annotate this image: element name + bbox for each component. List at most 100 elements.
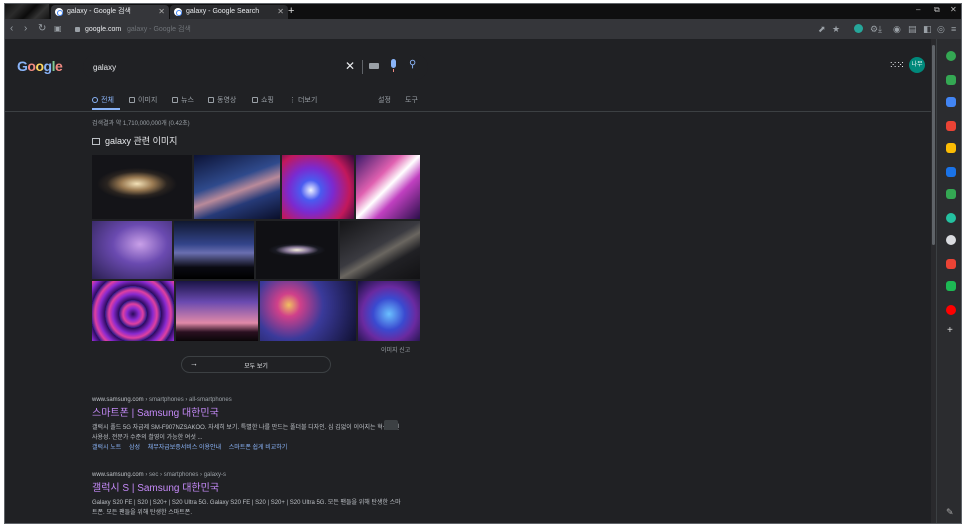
galaxy-image[interactable] bbox=[176, 281, 258, 341]
tab-videos[interactable]: 동영상 bbox=[208, 95, 236, 105]
sidebar-toggle-icon[interactable]: ◧ bbox=[923, 22, 932, 36]
navigation-bar: ‹ › ↻ ▣ google.com galaxy - Google 검색 ⬈ … bbox=[5, 19, 961, 39]
account-avatar[interactable]: 나무 bbox=[909, 57, 925, 73]
tab-all[interactable]: 전체 bbox=[92, 95, 114, 105]
settings-link[interactable]: 설정 bbox=[378, 95, 391, 105]
more-vert-icon: ⋮ bbox=[289, 97, 298, 104]
galaxy-image[interactable] bbox=[256, 221, 338, 279]
galaxy-image[interactable] bbox=[194, 155, 280, 219]
tabs-divider bbox=[5, 111, 931, 112]
tab-news[interactable]: 뉴스 bbox=[172, 95, 194, 105]
side-app-icon[interactable] bbox=[946, 167, 956, 177]
restore-button[interactable]: ⧉ bbox=[934, 4, 940, 16]
close-window-button[interactable]: ✕ bbox=[950, 4, 957, 16]
reload-icon[interactable]: ↻ bbox=[38, 22, 46, 36]
pin-icon[interactable]: ✎ bbox=[946, 507, 954, 518]
download-icon[interactable]: ⤓ bbox=[878, 22, 882, 36]
sitelink[interactable]: 갤럭시 노트 bbox=[92, 445, 121, 451]
side-app-icon[interactable] bbox=[946, 259, 956, 269]
apps-grid-icon[interactable]: ⁙⁙ bbox=[889, 61, 905, 71]
tab-galaxy-en[interactable]: galaxy - Google Search ✕ bbox=[170, 5, 288, 19]
close-tab-icon[interactable]: ✕ bbox=[158, 5, 165, 19]
side-app-icon[interactable] bbox=[946, 281, 956, 291]
browser-window: galaxy - Google 검색 ✕ galaxy - Google Sea… bbox=[4, 3, 962, 524]
tools-link[interactable]: 도구 bbox=[405, 95, 418, 105]
galaxy-image[interactable] bbox=[358, 281, 420, 341]
tab-shopping[interactable]: 쇼핑 bbox=[252, 95, 274, 105]
view-all-button[interactable]: → 모두 보기 bbox=[181, 356, 331, 373]
sitelinks: 갤럭시 노트 삼성 채무자급보증서비스 이용안내 스마트폰 쉽게 비교하기 bbox=[92, 444, 402, 453]
search-result: www.samsung.com › smartphones › all-smar… bbox=[92, 396, 402, 453]
play-icon bbox=[208, 97, 214, 103]
forward-icon[interactable]: › bbox=[24, 22, 27, 36]
sitelink[interactable]: 삼성 bbox=[129, 445, 140, 451]
side-app-icon[interactable] bbox=[946, 305, 956, 315]
clear-icon[interactable]: ✕ bbox=[345, 59, 355, 73]
share-icon[interactable]: ⬈ bbox=[818, 22, 826, 36]
side-app-icon[interactable] bbox=[946, 51, 956, 61]
galaxy-image[interactable] bbox=[282, 155, 354, 219]
result-snippet: 갤럭시 폴드 5G 자급제 SM-F907NZSAKOO. 자세히 보기. 특별… bbox=[92, 425, 400, 441]
result-url[interactable]: www.samsung.com › smartphones › all-smar… bbox=[92, 396, 402, 404]
side-app-icon[interactable] bbox=[946, 143, 956, 153]
lock-icon bbox=[75, 27, 80, 32]
image-icon bbox=[92, 138, 100, 145]
camera-icon[interactable]: ◉ bbox=[893, 22, 901, 36]
sitelink[interactable]: 스마트폰 쉽게 비교하기 bbox=[229, 445, 288, 451]
search-input[interactable] bbox=[93, 60, 333, 74]
extension-icon[interactable] bbox=[854, 24, 863, 33]
tab-strip: galaxy - Google 검색 ✕ galaxy - Google Sea… bbox=[5, 4, 961, 19]
image-icon bbox=[129, 97, 135, 103]
scrollbar-thumb[interactable] bbox=[932, 45, 935, 245]
side-app-icon[interactable] bbox=[946, 235, 956, 245]
extension-puzzle-icon[interactable]: ⚙ bbox=[870, 22, 878, 36]
result-thumbnail[interactable] bbox=[384, 420, 398, 430]
google-favicon-icon bbox=[55, 8, 63, 16]
address-bar[interactable]: google.com galaxy - Google 검색 bbox=[71, 22, 847, 37]
search-icon bbox=[92, 97, 98, 103]
back-icon[interactable]: ‹ bbox=[10, 22, 13, 36]
images-heading: galaxy 관련 이미지 bbox=[92, 134, 177, 147]
bookmark-star-icon[interactable]: ★ bbox=[832, 22, 840, 36]
microphone-icon[interactable] bbox=[391, 59, 396, 72]
reading-list-icon[interactable]: ▤ bbox=[908, 22, 917, 36]
result-title[interactable]: 스마트폰 | Samsung 대한민국 bbox=[92, 407, 402, 421]
menu-icon[interactable]: ≡ bbox=[951, 22, 956, 36]
result-stats: 검색결과 약 1,710,000,000개 (0.42초) bbox=[92, 121, 190, 127]
report-images-link[interactable]: 이미지 신고 bbox=[381, 345, 410, 354]
side-app-icon[interactable] bbox=[946, 121, 956, 131]
tab-images[interactable]: 이미지 bbox=[129, 95, 157, 105]
result-snippet: Galaxy S20 FE | S20 | S20+ | S20 Ultra 5… bbox=[92, 500, 401, 516]
url-page-title: galaxy - Google 검색 bbox=[127, 26, 191, 33]
close-tab-icon[interactable]: ✕ bbox=[277, 5, 284, 19]
side-app-icon[interactable] bbox=[946, 189, 956, 199]
tag-icon bbox=[252, 97, 258, 103]
galaxy-image[interactable] bbox=[356, 155, 420, 219]
profile-icon[interactable]: ◎ bbox=[937, 22, 945, 36]
side-app-icon[interactable] bbox=[946, 75, 956, 85]
tab-more[interactable]: ⋮ 더보기 bbox=[289, 95, 317, 105]
side-app-icon[interactable] bbox=[946, 213, 956, 223]
keyboard-icon[interactable] bbox=[369, 63, 379, 69]
galaxy-image[interactable] bbox=[340, 221, 420, 279]
galaxy-image[interactable] bbox=[92, 281, 174, 341]
result-title[interactable]: 갤럭시 S | Samsung 대한민국 bbox=[92, 482, 402, 496]
galaxy-image[interactable] bbox=[174, 221, 254, 279]
side-app-icon[interactable] bbox=[946, 97, 956, 107]
add-panel-icon[interactable]: + bbox=[947, 325, 953, 336]
search-box[interactable]: ✕ ⚲ bbox=[83, 54, 428, 80]
tab-galaxy-ko[interactable]: galaxy - Google 검색 ✕ bbox=[51, 5, 169, 19]
google-logo[interactable]: Google bbox=[17, 58, 63, 74]
news-icon bbox=[172, 97, 178, 103]
search-divider bbox=[362, 60, 363, 74]
galaxy-image[interactable] bbox=[92, 155, 192, 219]
result-url[interactable]: www.samsung.com › sec › smartphones › ga… bbox=[92, 471, 402, 479]
reader-icon[interactable]: ▣ bbox=[54, 22, 62, 36]
galaxy-image[interactable] bbox=[260, 281, 356, 341]
sitelink[interactable]: 채무자급보증서비스 이용안내 bbox=[148, 445, 221, 451]
galaxy-image[interactable] bbox=[92, 221, 172, 279]
new-tab-button[interactable]: + bbox=[288, 4, 294, 19]
search-results-page: Google ✕ ⚲ ⁙⁙ 나무 전체 이미지 뉴스 동영상 쇼핑 ⋮ 더보기 … bbox=[5, 39, 931, 523]
minimize-button[interactable]: – bbox=[916, 4, 920, 16]
search-icon[interactable]: ⚲ bbox=[409, 59, 416, 70]
